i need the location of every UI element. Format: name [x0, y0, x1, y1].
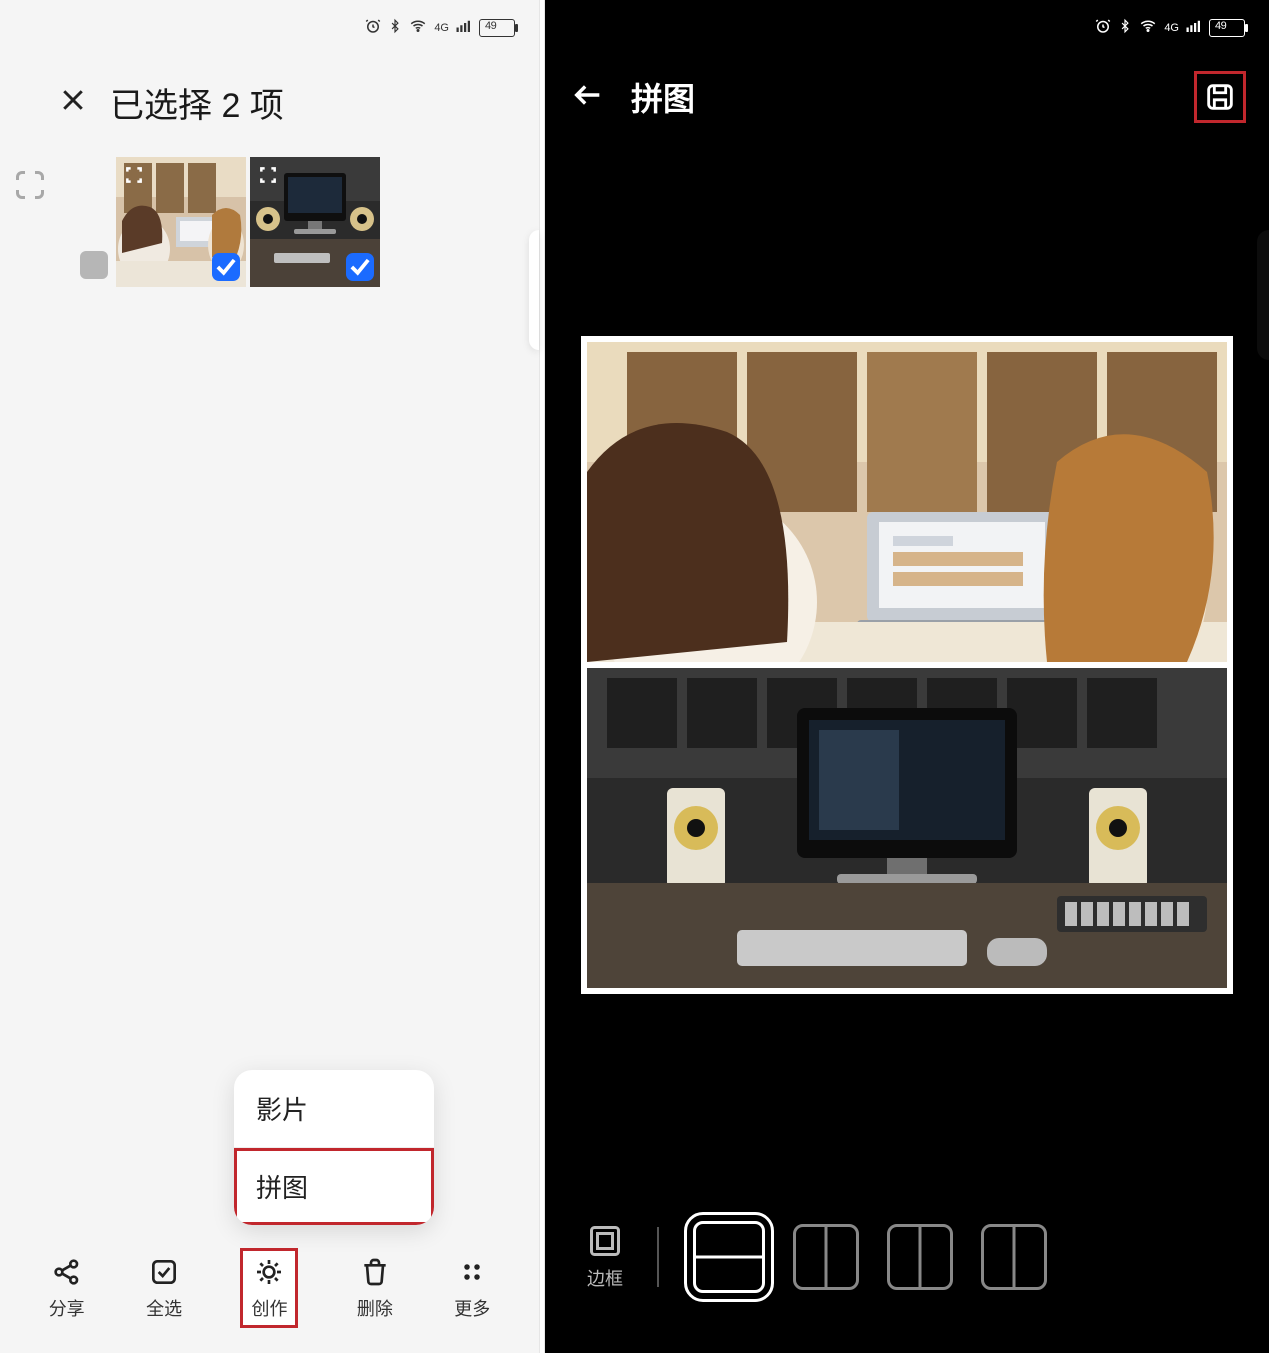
popup-item-collage[interactable]: 拼图 [234, 1147, 434, 1225]
create-icon [252, 1255, 286, 1289]
bluetooth-icon [388, 17, 402, 39]
editor-header: 拼图 [545, 56, 1269, 138]
signal-icon [1185, 17, 1203, 39]
gallery-selection-screen: 4G 49 已选择 2 项 [0, 0, 539, 1353]
wifi-icon [1138, 17, 1158, 39]
scan-corner-icon [16, 171, 44, 199]
more-icon [455, 1255, 489, 1289]
thumbnail-placeholder [80, 251, 108, 279]
network-label: 4G [434, 22, 449, 34]
alarm-icon [1094, 17, 1112, 39]
editor-title: 拼图 [631, 74, 695, 120]
share-icon [50, 1255, 84, 1289]
scan-corner-icon [258, 165, 278, 185]
side-handle[interactable] [529, 230, 539, 350]
action-label: 全选 [146, 1295, 182, 1321]
layout-option-horizontal-2[interactable] [693, 1221, 765, 1293]
thumbnail-item[interactable] [250, 157, 380, 287]
battery-icon: 49 [479, 19, 515, 37]
side-handle[interactable] [1257, 230, 1269, 360]
wifi-icon [408, 17, 428, 39]
divider [657, 1227, 659, 1287]
collage-canvas[interactable] [581, 336, 1233, 994]
frame-label: 边框 [587, 1265, 623, 1291]
create-button[interactable]: 创作 [243, 1251, 295, 1325]
layout-option-vertical-2[interactable] [793, 1224, 859, 1290]
collage-slot[interactable] [587, 342, 1227, 662]
battery-level: 49 [1215, 20, 1226, 32]
alarm-icon [364, 17, 382, 39]
selection-bottom-bar: 分享 全选 创作 删除 更多 [0, 1235, 539, 1353]
create-popup: 影片 拼图 [234, 1070, 434, 1225]
popup-item-movie[interactable]: 影片 [234, 1070, 434, 1147]
collage-slot[interactable] [587, 668, 1227, 988]
close-icon[interactable] [58, 85, 88, 120]
save-button[interactable] [1197, 74, 1243, 120]
action-label: 分享 [49, 1295, 85, 1321]
delete-icon [358, 1255, 392, 1289]
network-label: 4G [1164, 22, 1179, 34]
battery-level: 49 [485, 20, 496, 32]
select-all-button[interactable]: 全选 [146, 1255, 182, 1321]
select-all-icon [147, 1255, 181, 1289]
bluetooth-icon [1118, 17, 1132, 39]
status-bar: 4G 49 [0, 0, 539, 56]
layout-option-vertical-2-b[interactable] [981, 1224, 1047, 1290]
action-label: 创作 [251, 1295, 287, 1321]
selection-title: 已选择 2 项 [110, 78, 284, 127]
scan-corner-icon [124, 165, 144, 185]
selection-header: 已选择 2 项 [0, 56, 539, 157]
delete-button[interactable]: 删除 [357, 1255, 393, 1321]
layout-toolbar: 边框 [545, 1221, 1269, 1293]
selected-check-icon[interactable] [212, 253, 240, 281]
frame-button[interactable]: 边框 [587, 1223, 623, 1291]
thumbnail-item[interactable] [116, 157, 246, 287]
collage-editor-screen: 4G 49 拼图 [545, 0, 1269, 1353]
more-button[interactable]: 更多 [454, 1255, 490, 1321]
action-label: 更多 [454, 1295, 490, 1321]
back-icon[interactable] [571, 78, 605, 117]
battery-icon: 49 [1209, 19, 1245, 37]
selected-check-icon[interactable] [346, 253, 374, 281]
share-button[interactable]: 分享 [49, 1255, 85, 1321]
status-bar: 4G 49 [545, 0, 1269, 56]
thumbnail-row [0, 157, 539, 287]
signal-icon [455, 17, 473, 39]
action-label: 删除 [357, 1295, 393, 1321]
layout-option-vertical-2-alt[interactable] [887, 1224, 953, 1290]
